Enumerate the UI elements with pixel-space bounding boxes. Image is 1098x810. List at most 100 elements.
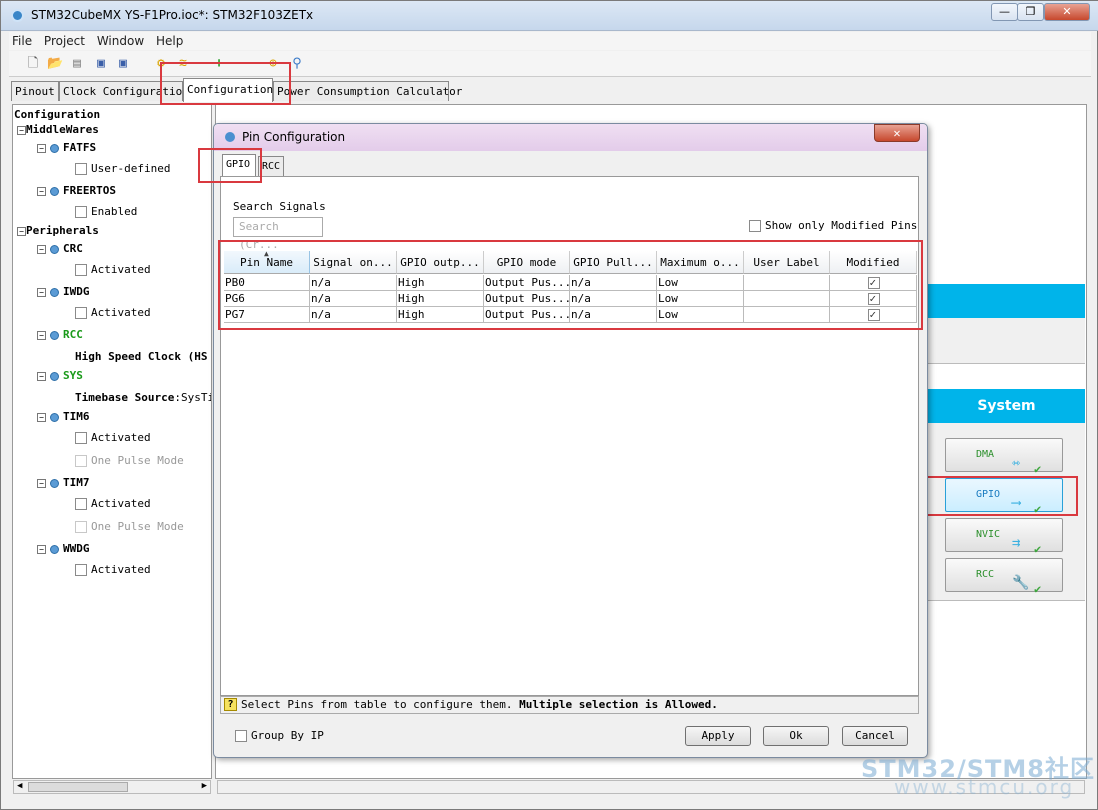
collapse-icon[interactable]: − [37, 287, 46, 297]
cell-gpio-mode[interactable]: Output Pus... [484, 291, 570, 307]
dialog-close-button[interactable]: ✕ [874, 124, 920, 142]
tree-node-tim6[interactable]: − TIM6 [37, 410, 90, 423]
search-icon[interactable]: ⚲ [289, 56, 305, 72]
ok-button[interactable]: Ok [763, 726, 829, 746]
copy-icon[interactable]: ▤ [69, 56, 85, 72]
tree-option-iwdg-activated[interactable]: Activated [75, 306, 151, 319]
tree-option-enabled[interactable]: Enabled [75, 205, 137, 218]
cell-pin-name[interactable]: PG7 [224, 307, 310, 323]
column-header-user-label[interactable]: User Label [744, 251, 830, 274]
tab-power-consumption[interactable]: Power Consumption Calculator [273, 81, 462, 101]
cell-gpio-output[interactable]: High [397, 291, 484, 307]
cell-modified[interactable] [830, 307, 917, 323]
tree-option-timebase[interactable]: Timebase Source:SysTi [75, 391, 211, 404]
close-button[interactable]: ✕ [1044, 3, 1090, 21]
checkbox[interactable] [75, 264, 87, 276]
tree-option-crc-activated[interactable]: Activated [75, 263, 151, 276]
collapse-icon[interactable]: − [17, 226, 26, 236]
tree-node-tim7[interactable]: − TIM7 [37, 476, 90, 489]
collapse-icon[interactable]: − [17, 125, 26, 135]
tab-pinout[interactable]: Pinout [11, 81, 59, 101]
restore-button[interactable]: ❐ [1017, 3, 1044, 21]
apply-button[interactable]: Apply [685, 726, 751, 746]
minimize-button[interactable]: — [991, 3, 1018, 21]
cell-gpio-pull[interactable]: n/a [570, 307, 657, 323]
cell-gpio-pull[interactable]: n/a [570, 275, 657, 291]
tree-node-middlewares[interactable]: − MiddleWares [17, 123, 99, 136]
checkbox[interactable] [75, 206, 87, 218]
cell-signal[interactable]: n/a [310, 275, 397, 291]
open-folder-icon[interactable]: 📂 [47, 56, 63, 72]
modified-checkbox[interactable] [867, 307, 880, 322]
checkbox[interactable] [75, 163, 87, 175]
collapse-icon[interactable]: − [37, 412, 46, 422]
cell-signal[interactable]: n/a [310, 307, 397, 323]
checkbox[interactable] [235, 730, 247, 742]
collapse-icon[interactable]: − [37, 143, 46, 153]
save-as-icon[interactable]: ▣ [115, 56, 131, 72]
tree-node-rcc[interactable]: − RCC [37, 328, 83, 341]
checkbox[interactable] [75, 564, 87, 576]
tree-node-peripherals[interactable]: − Peripherals [17, 224, 99, 237]
cell-gpio-mode[interactable]: Output Pus... [484, 275, 570, 291]
collapse-icon[interactable]: − [37, 544, 46, 554]
cell-gpio-pull[interactable]: n/a [570, 291, 657, 307]
tree-option-tim7-activated[interactable]: Activated [75, 497, 151, 510]
dialog-tab-gpio[interactable]: GPIO [222, 154, 256, 176]
column-header-maximum-output[interactable]: Maximum o... [657, 251, 744, 274]
tab-clock-configuration[interactable]: Clock Configuration [59, 81, 189, 101]
scroll-left-icon[interactable]: ◀ [17, 781, 22, 791]
dma-button[interactable]: DMA ⇿ ✔ [945, 438, 1063, 476]
cell-pin-name[interactable]: PG6 [224, 291, 310, 307]
left-horizontal-scrollbar[interactable]: ◀ ▶ [13, 780, 211, 794]
new-project-icon[interactable]: 🗋 [25, 56, 41, 72]
cell-maximum-output[interactable]: Low [657, 307, 744, 323]
menu-project[interactable]: Project [44, 32, 85, 50]
cell-user-label[interactable] [744, 307, 830, 323]
cancel-button[interactable]: Cancel [842, 726, 908, 746]
tree-option-user-defined[interactable]: User-defined [75, 162, 170, 175]
column-header-gpio-pull[interactable]: GPIO Pull... [570, 251, 657, 274]
cell-gpio-mode[interactable]: Output Pus... [484, 307, 570, 323]
column-header-gpio-output[interactable]: GPIO outp... [397, 251, 484, 274]
collapse-icon[interactable]: − [37, 478, 46, 488]
cell-maximum-output[interactable]: Low [657, 275, 744, 291]
group-by-ip-toggle[interactable]: Group By IP [235, 729, 324, 742]
collapse-icon[interactable]: − [37, 186, 46, 196]
column-header-gpio-mode[interactable]: GPIO mode [484, 251, 570, 274]
tree-node-wwdg[interactable]: − WWDG [37, 542, 90, 555]
save-icon[interactable]: ▣ [93, 56, 109, 72]
nvic-button[interactable]: NVIC ⇉ ✔ [945, 518, 1063, 556]
cell-maximum-output[interactable]: Low [657, 291, 744, 307]
cell-pin-name[interactable]: PB0 [224, 275, 310, 291]
tree-node-sys[interactable]: − SYS [37, 369, 83, 382]
checkbox[interactable] [75, 432, 87, 444]
tree-option-wwdg-activated[interactable]: Activated [75, 563, 151, 576]
tree-node-freertos[interactable]: − FREERTOS [37, 184, 116, 197]
cell-user-label[interactable] [744, 291, 830, 307]
zoom-fit-icon[interactable]: ⊕ [265, 56, 281, 72]
menu-help[interactable]: Help [156, 32, 183, 50]
scroll-thumb[interactable] [28, 782, 128, 792]
cell-modified[interactable] [830, 291, 917, 307]
tree-option-tim6-activated[interactable]: Activated [75, 431, 151, 444]
collapse-icon[interactable]: − [37, 244, 46, 254]
tree-option-rcc-hse[interactable]: High Speed Clock (HS [75, 350, 207, 363]
scroll-right-icon[interactable]: ▶ [202, 781, 207, 791]
rcc-button[interactable]: RCC 🔧 ✔ [945, 558, 1063, 596]
checkbox[interactable] [749, 220, 761, 232]
add-icon[interactable]: + [211, 56, 227, 72]
cell-modified[interactable] [830, 275, 917, 291]
cell-signal[interactable]: n/a [310, 291, 397, 307]
generate-code-icon[interactable]: ≋ [175, 56, 191, 72]
column-header-pin-name[interactable]: ▲ Pin Name [224, 251, 310, 274]
gpio-button[interactable]: GPIO ⟶ ✔ [945, 478, 1063, 516]
tab-configuration[interactable]: Configuration [183, 78, 273, 102]
tree-node-fatfs[interactable]: − FATFS [37, 141, 96, 154]
remove-icon[interactable]: — [233, 56, 249, 72]
search-signals-input[interactable]: Search (Cr... [233, 217, 323, 251]
column-header-modified[interactable]: Modified [830, 251, 917, 274]
checkbox[interactable] [75, 307, 87, 319]
collapse-icon[interactable]: − [37, 371, 46, 381]
menu-file[interactable]: File [12, 32, 32, 50]
